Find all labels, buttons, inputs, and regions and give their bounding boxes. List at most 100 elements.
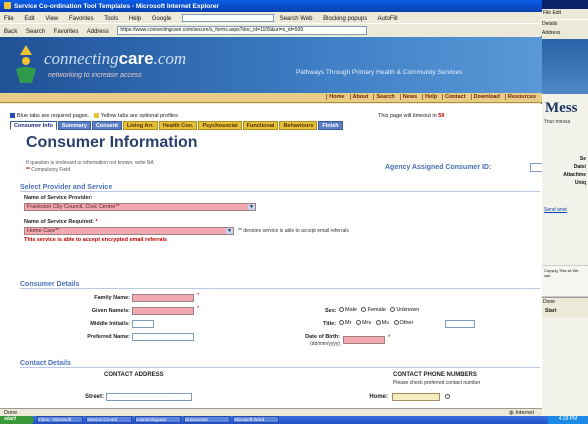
service-label-text: Name of Service Required:: [24, 219, 94, 225]
chevron-down-icon: ▼: [226, 228, 233, 234]
status-bar: Done ◍ Internet: [0, 408, 542, 416]
autofill-button[interactable]: AutoFill: [378, 16, 398, 22]
logo-tagline: networking to increase access: [48, 72, 142, 79]
logo-suffix: .com: [153, 49, 187, 68]
taskbar-item[interactable]: Microsoft Word: [233, 416, 279, 423]
tab-summary[interactable]: Summary: [57, 121, 91, 130]
tab-functional[interactable]: Functional: [242, 121, 279, 130]
nav-search[interactable]: Search: [373, 94, 397, 100]
taskbar-item[interactable]: Service Co-ord: [86, 416, 132, 423]
middle-initial-label: Middle Initial/s:: [90, 321, 130, 327]
nav-help[interactable]: Help: [422, 94, 440, 100]
background-address[interactable]: Address: [541, 29, 588, 39]
sex-unknown-label: Unknown: [396, 307, 420, 313]
tab-psychosocial[interactable]: Psychosocial: [198, 121, 242, 130]
provider-label: Name of Service Provider:: [24, 195, 93, 201]
background-title-bar[interactable]: [541, 0, 588, 9]
yellow-square-icon: [93, 113, 99, 118]
background-start-button[interactable]: Start: [541, 307, 588, 317]
window-title-bar[interactable]: Service Co-ordination Tool Templates - M…: [0, 0, 542, 12]
preferred-name-input[interactable]: [132, 333, 194, 341]
title-other-input[interactable]: [445, 320, 475, 328]
tab-health-con[interactable]: Health Con.: [158, 121, 198, 130]
sex-female-radio[interactable]: [361, 307, 367, 312]
sex-male-radio[interactable]: [339, 307, 344, 312]
background-browser-window[interactable]: File Edit Details Address Mess Your mess…: [540, 0, 588, 424]
background-menu[interactable]: File Edit: [541, 9, 588, 19]
nav-contact[interactable]: Contact: [442, 94, 468, 100]
timeout-value: 59: [438, 113, 445, 119]
menu-help[interactable]: Help: [129, 16, 141, 22]
menu-bar: File Edit View Favorites Tools Help Goog…: [0, 12, 542, 23]
sex-label: Sex:: [325, 308, 337, 314]
menu-view[interactable]: View: [45, 16, 58, 22]
tab-behaviours[interactable]: Behaviours: [279, 121, 318, 130]
ie-icon: [4, 2, 11, 9]
popup-blocker-button[interactable]: Blocking popups: [323, 16, 367, 22]
background-page-title: Mess: [545, 100, 578, 116]
banner-slogan: Pathways Through Primary Health & Commun…: [296, 69, 463, 76]
nav-download[interactable]: Download: [470, 94, 502, 100]
middle-initial-input[interactable]: [132, 320, 154, 328]
title-ms-radio[interactable]: [375, 320, 381, 325]
compulsory-text: Compulsory Field: [31, 167, 71, 173]
tab-finish[interactable]: Finish: [318, 121, 343, 130]
title-mrs-radio[interactable]: [355, 320, 361, 325]
start-button[interactable]: start: [0, 416, 34, 424]
background-banner: [541, 39, 588, 94]
menu-file[interactable]: File: [4, 16, 14, 22]
taskbar-item[interactable]: Documents: [184, 416, 230, 423]
agency-id-input[interactable]: [530, 163, 542, 172]
search-web-button[interactable]: Search Web: [280, 16, 313, 22]
service-value: Home Care**: [27, 228, 60, 234]
required-marker: *: [388, 335, 391, 341]
given-names-label: Given Name/s:: [91, 308, 130, 314]
provider-value: Frankston City Council, Civic Centre**: [27, 204, 120, 210]
back-button[interactable]: Back: [4, 29, 17, 35]
nav-about[interactable]: About: [349, 94, 371, 100]
nav-home[interactable]: Home: [326, 94, 347, 100]
taskbar-item[interactable]: connectingcare: [135, 416, 181, 423]
section-details-heading: Consumer Details: [20, 281, 540, 289]
site-logo[interactable]: connectingcare.com: [44, 49, 186, 69]
tab-consent[interactable]: Consent: [91, 121, 122, 130]
given-names-input[interactable]: [132, 307, 194, 315]
menu-edit[interactable]: Edit: [24, 16, 34, 22]
google-search-input[interactable]: [181, 14, 274, 22]
nav-news[interactable]: News: [399, 94, 420, 100]
menu-tools[interactable]: Tools: [104, 16, 118, 22]
family-name-input[interactable]: [132, 294, 194, 302]
taskbar-item[interactable]: Inbox - Microsoft: [37, 416, 83, 423]
home-phone-preferred-radio[interactable]: [445, 394, 450, 399]
logo-person-icon: [16, 45, 36, 83]
title-mr-radio[interactable]: [339, 320, 344, 325]
phone-subheading: Please check preferred contact number: [393, 380, 481, 386]
favorites-button[interactable]: Favorites: [54, 29, 79, 35]
background-toolbar[interactable]: Details: [541, 19, 588, 29]
street-input[interactable]: [106, 393, 192, 401]
dob-input[interactable]: [343, 336, 385, 344]
background-send-link[interactable]: Send anot: [541, 207, 588, 213]
title-ms-label: Ms: [381, 320, 389, 326]
title-label: Title:: [323, 321, 337, 327]
menu-favorites[interactable]: Favorites: [69, 16, 94, 22]
search-button[interactable]: Search: [26, 29, 45, 35]
sex-unknown-radio[interactable]: [390, 307, 396, 312]
provider-select[interactable]: Frankston City Council, Civic Centre** ▼: [24, 203, 256, 211]
main-browser-window: Service Co-ordination Tool Templates - M…: [0, 0, 542, 424]
google-label: Google: [151, 16, 172, 22]
nav-resources[interactable]: Resources: [504, 94, 538, 100]
form-tabs: Consumer Info Summary Consent Living Arr. He…: [10, 121, 344, 130]
tab-legend: Blue tabs are required pages. Yellow tab…: [10, 113, 178, 119]
home-phone-input[interactable]: [392, 393, 440, 401]
tab-consumer-info[interactable]: Consumer Info: [10, 121, 57, 130]
compulsory-note: ** Compulsory Field: [26, 167, 71, 173]
service-select[interactable]: Home Care** ▼: [24, 227, 234, 235]
tab-living-arr[interactable]: Living Arr.: [122, 121, 158, 130]
legend-blue: Blue tabs are required pages.: [17, 113, 90, 119]
address-bar[interactable]: https://www.connectingcare.com/secure/s_…: [117, 26, 368, 35]
navigation-toolbar: Back Search Favorites Address https://ww…: [0, 23, 542, 36]
sex-radio-group: Male Female Unknown: [336, 307, 419, 313]
title-other-radio[interactable]: [393, 320, 399, 325]
background-status: Done: [541, 297, 588, 307]
